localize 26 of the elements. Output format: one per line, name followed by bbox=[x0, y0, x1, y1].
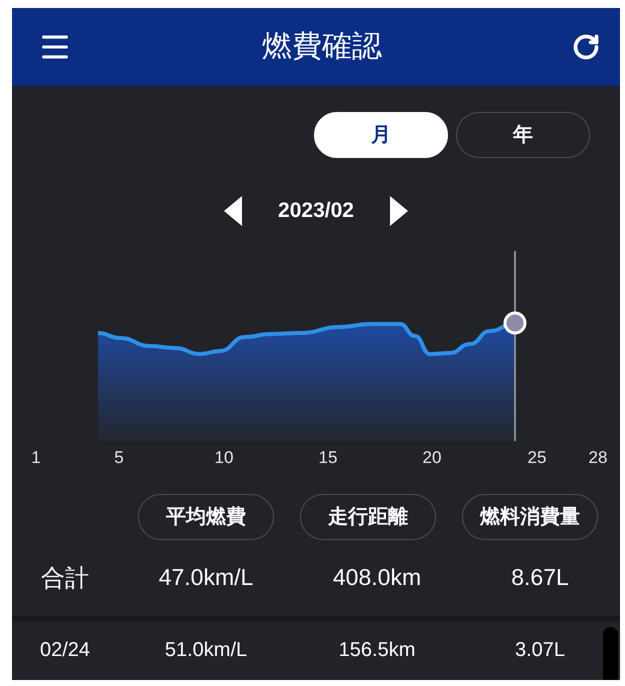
total-value: 47.0km/L bbox=[158, 564, 254, 592]
axis-label: 10 bbox=[214, 448, 234, 468]
axis-label: 28 bbox=[588, 448, 608, 468]
row-date: 02/24 bbox=[38, 638, 92, 662]
metric-button[interactable]: 平均燃費 bbox=[138, 494, 274, 540]
refresh-icon[interactable] bbox=[572, 32, 600, 61]
month-label: 2023/02 bbox=[278, 198, 354, 223]
axis-label: 15 bbox=[318, 448, 338, 468]
axis-label: 25 bbox=[526, 448, 548, 468]
total-value: 8.67L bbox=[510, 564, 570, 592]
previous-icon[interactable] bbox=[224, 196, 242, 226]
screen-title: 燃費確認 bbox=[262, 29, 382, 66]
table-cell-text: 51.0km/L bbox=[164, 638, 248, 662]
total-value: 408.0km bbox=[332, 564, 422, 592]
axis-label: 5 bbox=[113, 448, 125, 468]
scrollbar[interactable] bbox=[603, 627, 618, 680]
period-tab[interactable]: 月 bbox=[314, 112, 448, 158]
table-cell-text: 3.07L bbox=[514, 638, 566, 662]
period-tab[interactable]: 年 bbox=[456, 112, 590, 158]
axis-label: 1 bbox=[30, 448, 42, 468]
metric-button[interactable]: 燃料消費量 bbox=[462, 494, 598, 540]
metric-button[interactable]: 走行距離 bbox=[300, 494, 436, 540]
axis-label: 20 bbox=[422, 448, 442, 468]
table-cell-text: 156.5km bbox=[338, 638, 416, 662]
next-icon[interactable] bbox=[390, 196, 408, 226]
row-label: 合計 bbox=[40, 564, 90, 594]
